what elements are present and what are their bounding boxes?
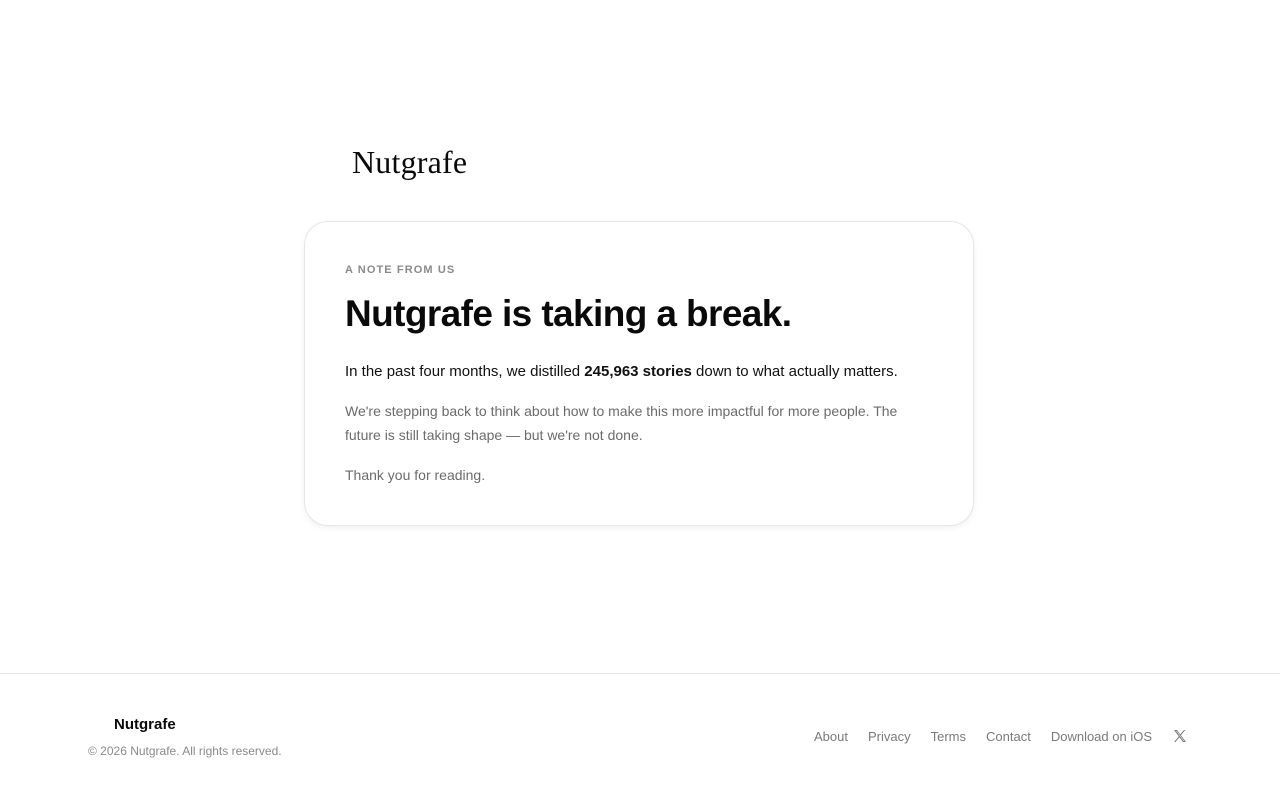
card-headline: Nutgrafe is taking a break. [345, 293, 792, 334]
announcement-card: A NOTE FROM US Nutgrafe is taking a brea… [304, 221, 974, 526]
site-logo[interactable]: Nutgrafe [352, 142, 467, 182]
stories-count: 245,963 stories [584, 363, 692, 380]
footer-link-privacy[interactable]: Privacy [868, 729, 911, 744]
footer-link-ios[interactable]: Download on iOS [1051, 729, 1152, 744]
card-thanks: Thank you for reading. [345, 467, 486, 483]
lead-prefix: In the past four months, we distilled [345, 363, 585, 380]
lead-suffix: down to what actually matters. [691, 363, 898, 380]
card-eyebrow: A NOTE FROM US [345, 264, 456, 276]
footer-nav: About Privacy Terms Contact Download on … [814, 728, 1188, 744]
x-icon[interactable] [1172, 728, 1188, 744]
footer-copyright: © 2026 Nutgrafe. All rights reserved. [88, 744, 282, 758]
card-lead: In the past four months, we distilled 24… [345, 361, 898, 383]
footer-link-contact[interactable]: Contact [986, 729, 1031, 744]
footer-brand[interactable]: Nutgrafe [114, 716, 176, 733]
footer-link-terms[interactable]: Terms [931, 729, 966, 744]
site-footer: Nutgrafe © 2026 Nutgrafe. All rights res… [0, 673, 1280, 800]
footer-link-about[interactable]: About [814, 729, 848, 744]
page: Nutgrafe A NOTE FROM US Nutgrafe is taki… [0, 0, 1280, 800]
card-body: We're stepping back to think about how t… [345, 403, 898, 443]
